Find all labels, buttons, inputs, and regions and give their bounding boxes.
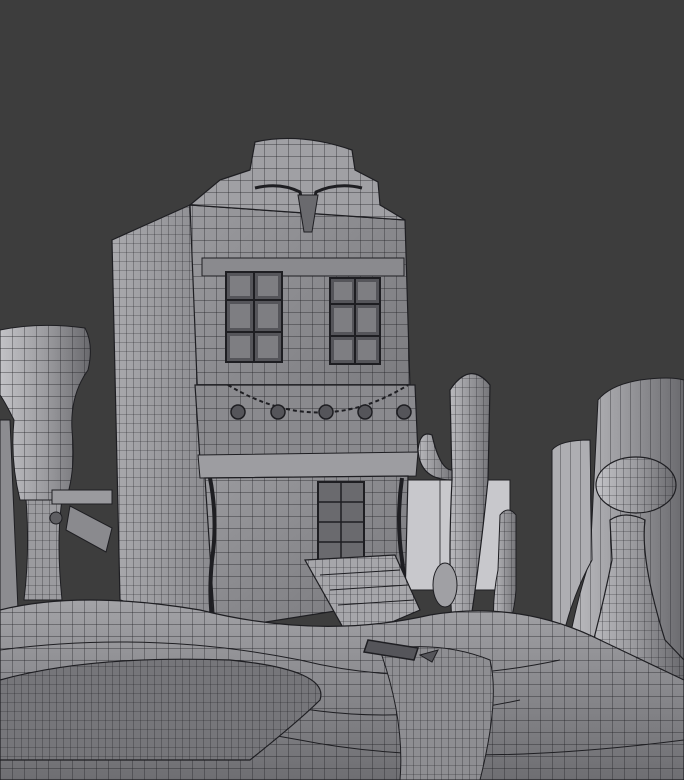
upper-window-right	[329, 277, 381, 365]
western-town-wireframe-render	[0, 137, 684, 780]
saloon-building	[111, 137, 421, 641]
3d-viewport[interactable]	[0, 0, 684, 780]
upper-window-left	[225, 271, 283, 363]
rock-pillar-left	[0, 324, 91, 611]
saloon-door	[317, 481, 365, 563]
